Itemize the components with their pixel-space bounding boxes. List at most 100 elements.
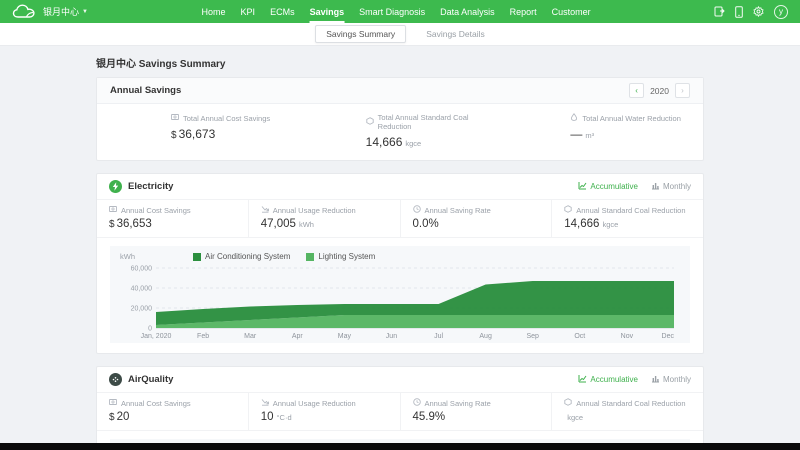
svg-text:40,000: 40,000 bbox=[131, 286, 153, 293]
cost-savings-icon bbox=[171, 113, 179, 123]
air-usage-reduction-stat: Annual Usage Reduction 10 °C·d bbox=[249, 393, 401, 430]
water-reduction-icon bbox=[570, 113, 578, 123]
total-coal-reduction-value: 14,666 bbox=[365, 135, 403, 149]
legend-swatch bbox=[193, 252, 201, 261]
line-chart-icon bbox=[578, 181, 587, 192]
elec-coal-reduction-stat: Annual Standard Coal Reduction 14,666 kgc… bbox=[564, 205, 686, 230]
saving-rate-icon bbox=[412, 205, 421, 215]
total-coal-reduction-stat: Total Annual Standard Coal Reduction 14,… bbox=[365, 113, 469, 149]
user-avatar[interactable]: y bbox=[774, 4, 788, 19]
air-cost-savings-stat: Annual Cost Savings $20 bbox=[97, 393, 249, 430]
prev-year-button[interactable]: ‹ bbox=[629, 83, 645, 98]
annual-savings-title: Annual Savings bbox=[110, 85, 182, 96]
coal-reduction-icon bbox=[564, 398, 572, 408]
airquality-icon bbox=[109, 373, 122, 386]
electricity-monthly-toggle[interactable]: Monthly bbox=[651, 181, 691, 192]
air-coal-reduction-stat: Annual Standard Coal Reduction kgce bbox=[552, 393, 703, 430]
electricity-chart-legend: Air Conditioning System Lighting System bbox=[193, 252, 375, 261]
tab-savings-summary[interactable]: Savings Summary bbox=[315, 25, 407, 43]
svg-text:Jan, 2020: Jan, 2020 bbox=[141, 333, 172, 340]
annual-savings-header: Annual Savings ‹ 2020 › bbox=[97, 78, 703, 104]
mobile-icon[interactable] bbox=[735, 5, 743, 18]
brand: 银月中心 ▼ bbox=[12, 4, 88, 19]
svg-text:Dec: Dec bbox=[662, 333, 675, 340]
org-selector[interactable]: 银月中心 ▼ bbox=[43, 5, 88, 18]
tab-savings-details[interactable]: Savings Details bbox=[426, 29, 485, 39]
svg-text:Oct: Oct bbox=[574, 333, 585, 340]
electricity-area-chart: 0 20,000 40,000 60,000 Jan, 2020 Feb Mar Apr May… bbox=[131, 266, 675, 341]
bar-chart-icon bbox=[651, 181, 660, 192]
coal-reduction-icon bbox=[366, 117, 374, 127]
cost-savings-icon bbox=[109, 398, 117, 408]
svg-text:60,000: 60,000 bbox=[131, 266, 153, 273]
bottom-edge-bar bbox=[0, 443, 800, 450]
nav-customer[interactable]: Customer bbox=[552, 0, 591, 23]
chart-y-unit: kWh bbox=[120, 252, 135, 261]
chevron-down-icon: ▼ bbox=[82, 8, 88, 15]
electricity-chart: kWh Air Conditioning System Lighting Sys… bbox=[110, 246, 690, 343]
export-icon[interactable] bbox=[714, 6, 725, 17]
airquality-stats: Annual Cost Savings $20 Annual Usage Red… bbox=[97, 392, 703, 431]
usage-reduction-icon bbox=[261, 398, 269, 408]
total-water-reduction-stat: Total Annual Water Reduction — m³ bbox=[570, 113, 681, 141]
electricity-header: Electricity Accumulative Monthly bbox=[97, 174, 703, 199]
svg-text:Aug: Aug bbox=[479, 333, 492, 340]
top-navigation-bar: 银月中心 ▼ Home KPI ECMs Savings Smart Diagn… bbox=[0, 0, 800, 23]
electricity-stats: Annual Cost Savings $36,653 Annual Usage… bbox=[97, 199, 703, 238]
gear-icon[interactable] bbox=[753, 6, 764, 17]
svg-text:Sep: Sep bbox=[526, 333, 539, 340]
saving-rate-icon bbox=[412, 398, 421, 408]
svg-text:0: 0 bbox=[148, 326, 152, 333]
nav-report[interactable]: Report bbox=[510, 0, 537, 23]
svg-text:Jun: Jun bbox=[386, 333, 397, 340]
main-content: 银月中心 Savings Summary Annual Savings ‹ 20… bbox=[96, 55, 704, 450]
annual-stats: Total Annual Cost Savings $36,673 Total … bbox=[97, 104, 703, 160]
cloud-logo-icon bbox=[12, 4, 36, 19]
airquality-monthly-toggle[interactable]: Monthly bbox=[651, 374, 691, 385]
svg-text:Nov: Nov bbox=[621, 333, 634, 340]
cost-savings-icon bbox=[109, 205, 117, 215]
total-cost-savings-stat: Total Annual Cost Savings $36,673 bbox=[171, 113, 271, 142]
tab-bar: Savings Summary Savings Details bbox=[0, 23, 800, 46]
legend-air-conditioning[interactable]: Air Conditioning System bbox=[193, 252, 290, 261]
org-name: 银月中心 bbox=[43, 7, 80, 17]
airquality-header: AirQuality Accumulative Monthly bbox=[97, 367, 703, 392]
year-value: 2020 bbox=[650, 85, 669, 96]
elec-usage-reduction-stat: Annual Usage Reduction 47,005 kWh bbox=[249, 200, 401, 237]
nav-data-analysis[interactable]: Data Analysis bbox=[440, 0, 495, 23]
electricity-title: Electricity bbox=[128, 181, 174, 192]
nav-ecms[interactable]: ECMs bbox=[270, 0, 295, 23]
svg-text:May: May bbox=[338, 333, 352, 340]
next-year-button[interactable]: › bbox=[675, 83, 690, 98]
nav-kpi[interactable]: KPI bbox=[241, 0, 256, 23]
nav-savings[interactable]: Savings bbox=[309, 0, 345, 23]
airquality-title: AirQuality bbox=[128, 374, 174, 385]
elec-cost-savings-stat: Annual Cost Savings $36,653 bbox=[97, 200, 249, 237]
legend-lighting[interactable]: Lighting System bbox=[306, 252, 375, 261]
svg-text:Jul: Jul bbox=[434, 333, 443, 340]
nav-home[interactable]: Home bbox=[202, 0, 226, 23]
total-water-reduction-value: — bbox=[570, 127, 583, 141]
usage-reduction-icon bbox=[261, 205, 269, 215]
main-nav: Home KPI ECMs Savings Smart Diagnosis Da… bbox=[202, 0, 591, 23]
line-chart-icon bbox=[578, 374, 587, 385]
svg-text:Apr: Apr bbox=[292, 333, 304, 340]
air-saving-rate-stat: Annual Saving Rate 45.9% bbox=[401, 393, 553, 430]
year-selector: ‹ 2020 › bbox=[629, 83, 690, 98]
electricity-icon bbox=[109, 180, 122, 193]
svg-text:Mar: Mar bbox=[244, 333, 257, 340]
electricity-card: Electricity Accumulative Monthly Annual … bbox=[96, 173, 704, 354]
legend-swatch bbox=[306, 252, 315, 261]
elec-saving-rate-stat: Annual Saving Rate 0.0% bbox=[401, 200, 553, 237]
airquality-card: AirQuality Accumulative Monthly Annual C… bbox=[96, 366, 704, 450]
annual-savings-card: Annual Savings ‹ 2020 › Total Annual Cos… bbox=[96, 77, 704, 161]
svg-text:20,000: 20,000 bbox=[131, 306, 153, 313]
electricity-accumulative-toggle[interactable]: Accumulative bbox=[578, 181, 638, 192]
total-cost-savings-value: 36,673 bbox=[178, 127, 216, 141]
bar-chart-icon bbox=[651, 374, 660, 385]
airquality-accumulative-toggle[interactable]: Accumulative bbox=[578, 374, 638, 385]
nav-smart-diagnosis[interactable]: Smart Diagnosis bbox=[359, 0, 425, 23]
coal-reduction-icon bbox=[564, 205, 572, 215]
top-icons: y bbox=[714, 4, 788, 19]
svg-text:Feb: Feb bbox=[197, 333, 209, 340]
